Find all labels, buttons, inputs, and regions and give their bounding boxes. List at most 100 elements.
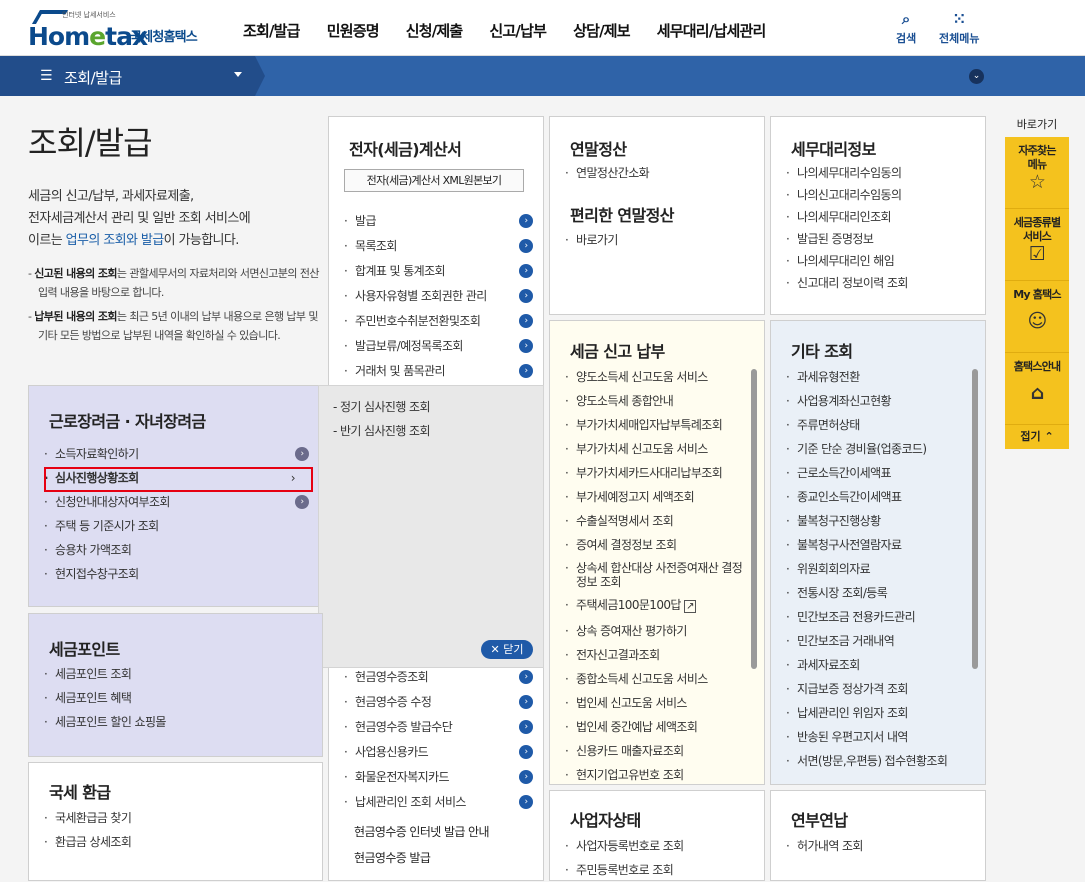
list-item[interactable]: 신청안내대상자여부조회› (37, 490, 309, 514)
nav-inquiry[interactable]: 조회/발급 (243, 20, 300, 41)
list-item[interactable]: 발급된 증명정보 (779, 228, 908, 250)
list-item[interactable]: 주택세금100문100답 ↗ (558, 593, 750, 619)
list-item[interactable]: 주류면허상태 (779, 413, 975, 437)
all-menu-button[interactable]: ⁙ 전체메뉴 (939, 10, 979, 46)
list-item[interactable]: 환급금 상세조회 (37, 830, 132, 854)
list-item[interactable]: 세금포인트 조회 (37, 662, 166, 686)
list-item[interactable]: 현금영수증 발급수단› (337, 715, 533, 739)
list-item[interactable]: 서면(방문,우편등) 접수현황조회 (779, 749, 975, 773)
list-item[interactable]: 승용차 가액조회 (37, 538, 309, 562)
list-item[interactable]: 현지접수창구조회 (37, 562, 309, 586)
nav-certificate[interactable]: 민원증명 (327, 20, 380, 41)
list-item[interactable]: 세금포인트 혜택 (37, 686, 166, 710)
list-item[interactable]: 부가세예정고지 세액조회 (558, 485, 750, 509)
close-button[interactable]: ✕ 닫기 (481, 640, 533, 659)
list-item[interactable]: 세금포인트 할인 쇼핑몰 (37, 710, 166, 734)
list-item[interactable]: 목록조회› (337, 234, 533, 258)
list-item[interactable]: 소득자료확인하기› (37, 442, 309, 466)
list-item[interactable]: 주민등록번호로 조회 (558, 858, 684, 882)
list-item[interactable]: 민간보조금 거래내역 (779, 629, 975, 653)
expand-icon[interactable]: ⌄ (969, 69, 984, 84)
hometax-logo[interactable]: 인터넷 납세서비스 Hometax 국세청홈택스 (28, 8, 213, 51)
list-item[interactable]: 나의세무대리인조회 (779, 206, 908, 228)
list-item[interactable]: 종합소득세 신고도움 서비스 (558, 667, 750, 691)
list-item[interactable]: 법인세 중간예납 세액조회 (558, 715, 750, 739)
list-item[interactable]: 합계표 및 통계조회› (337, 259, 533, 283)
nav-application[interactable]: 신청/제출 (406, 20, 463, 41)
list-item[interactable]: 기준 단순 경비율(업종코드) (779, 437, 975, 461)
taxpoint-title: 세금포인트 (49, 640, 120, 659)
search-button[interactable]: ⌕ 검색 (896, 10, 916, 46)
list-item[interactable]: 상속세 합산대상 사전증여재산 결정정보 조회 (558, 557, 750, 593)
list-item[interactable]: 증여세 결정정보 조회 (558, 533, 750, 557)
list-item[interactable]: 현지기업고유번호 조회 (558, 763, 750, 784)
scrollbar[interactable] (972, 369, 978, 669)
list-item[interactable]: 발급보류/예정목록조회› (337, 334, 533, 358)
list-item[interactable]: 수출실적명세서 조회 (558, 509, 750, 533)
intro: 조회/발급 세금의 신고/납부, 과세자료제출, 전자세금계산서 관리 및 일반 … (28, 118, 328, 350)
list-item[interactable]: 근로소득간이세액표 (779, 461, 975, 485)
nav-consult[interactable]: 상담/제보 (573, 20, 630, 41)
list-item[interactable]: 상속 증여재산 평가하기 (558, 619, 750, 643)
list-item[interactable]: 양도소득세 종합안내 (558, 389, 750, 413)
nav-agent[interactable]: 세무대리/납세관리 (657, 20, 766, 41)
quick-my-hometax[interactable]: My 홈택스 ☺ (1005, 281, 1069, 353)
list-item[interactable]: 현금영수증조회› (337, 665, 533, 689)
list-item[interactable]: 발급› (337, 209, 533, 233)
popup-item[interactable]: - 정기 심사진행 조회 (319, 395, 431, 419)
list-item[interactable]: 납세관리인 위임자 조회 (779, 701, 975, 725)
list-item[interactable]: 바로가기 (558, 228, 618, 252)
quick-fold-button[interactable]: 접기 ⌃ (1005, 425, 1069, 449)
list-item[interactable]: 사용자유형별 조회권한 관리› (337, 284, 533, 308)
list-item[interactable]: 전자신고결과조회 (558, 643, 750, 667)
popup-item[interactable]: - 반기 심사진행 조회 (319, 419, 431, 443)
list-item[interactable]: 사업용계좌신고현황 (779, 389, 975, 413)
quick-tax-services[interactable]: 세금종류별 서비스 ☑ (1005, 209, 1069, 281)
list-item[interactable]: 나의세무대리인 해임 (779, 250, 908, 272)
list-item[interactable]: 납세관리인 조회 서비스› (337, 790, 533, 814)
list-item[interactable]: 지급보증 정상가격 조회 (779, 677, 975, 701)
list-item[interactable]: 부가가치세 신고도움 서비스 (558, 437, 750, 461)
list-item[interactable]: 거래처 및 품목관리› (337, 359, 533, 383)
list-item[interactable]: 주택 등 기준시가 조회 (37, 514, 309, 538)
list-item[interactable]: 화물운전자복지카드› (337, 765, 533, 789)
list-item[interactable]: 국세환급금 찾기 (37, 806, 132, 830)
list-item[interactable]: 나의세무대리수임동의 (779, 162, 908, 184)
list-item[interactable]: 신고대리 정보이력 조회 (779, 272, 908, 294)
quick-favorites[interactable]: 자주찾는 메뉴 ☆ (1005, 137, 1069, 209)
list-item[interactable]: 주민번호수취분전환및조회› (337, 309, 533, 333)
list-item[interactable]: 불복청구사전열람자료 (779, 533, 975, 557)
scrollbar[interactable] (751, 369, 757, 669)
checkbox-icon: ☑ (1028, 243, 1046, 265)
nav-filing[interactable]: 신고/납부 (489, 20, 546, 41)
list-item[interactable]: 불복청구진행상황 (779, 509, 975, 533)
arrow-icon: › (519, 264, 533, 278)
list-item[interactable]: 민간보조금 전용카드관리 (779, 605, 975, 629)
cash-receipt-list: 현금영수증조회› 현금영수증 수정› 현금영수증 발급수단› 사업용신용카드› … (337, 665, 533, 870)
list-item[interactable]: 허가내역 조회 (779, 834, 863, 858)
page-title: 조회/발급 (28, 124, 153, 162)
list-item[interactable]: 사업용신용카드› (337, 740, 533, 764)
list-item[interactable]: 반송된 우편고지서 내역 (779, 725, 975, 749)
xml-view-button[interactable]: 전자(세금)계산서 XML원본보기 (344, 169, 524, 192)
quick-guide[interactable]: 홈택스안내 ⌂ (1005, 353, 1069, 425)
list-item[interactable]: 종교인소득간이세액표 (779, 485, 975, 509)
list-item[interactable]: 부가가치세카드사대리납부조회 (558, 461, 750, 485)
list-item[interactable]: 현금영수증 발급 (337, 846, 533, 870)
list-item[interactable]: 현금영수증 인터넷 발급 안내 (337, 819, 533, 846)
list-item[interactable]: 법인세 신고도움 서비스 (558, 691, 750, 715)
list-item[interactable]: 위원회회의자료 (779, 557, 975, 581)
list-item[interactable]: 연말정산간소화 (558, 161, 650, 185)
list-item[interactable]: 현금영수증 수정› (337, 690, 533, 714)
list-item[interactable]: 전통시장 조회/등록 (779, 581, 975, 605)
list-item[interactable]: 과세자료조회 (779, 653, 975, 677)
list-item[interactable]: 과세유형전환 (779, 365, 975, 389)
list-item[interactable]: 부가가치세매입자납부특례조회 (558, 413, 750, 437)
sub-nav-arrow (255, 56, 265, 96)
arrow-icon: › (519, 239, 533, 253)
list-item[interactable]: 양도소득세 신고도움 서비스 (558, 365, 750, 389)
list-item[interactable]: 신용카드 매출자료조회 (558, 739, 750, 763)
list-item[interactable]: 사업자등록번호로 조회 (558, 834, 684, 858)
list-item[interactable]: 나의신고대리수임동의 (779, 184, 908, 206)
sub-nav-select[interactable]: ☰ 조회/발급 (0, 56, 255, 96)
